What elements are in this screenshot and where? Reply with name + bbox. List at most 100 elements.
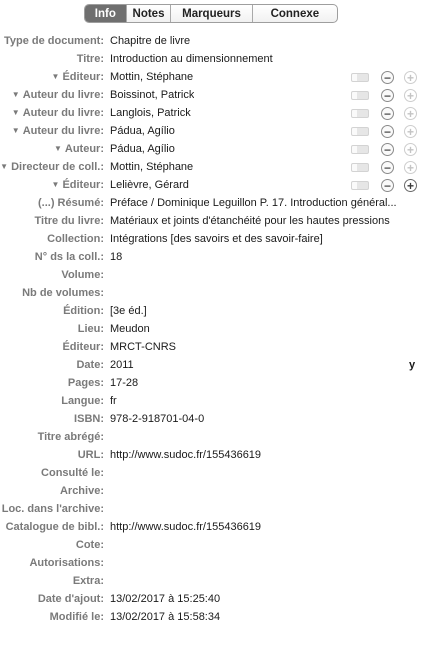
add-creator-button[interactable]: + — [404, 125, 417, 138]
add-creator-button[interactable]: + — [404, 71, 417, 84]
field-label: Pages: — [68, 377, 104, 389]
disclosure-triangle-icon[interactable]: ▼ — [52, 72, 60, 81]
field-value[interactable]: Meudon — [110, 323, 150, 335]
field-row: ▼ Éditeur: Lelièvre, Gérard − + — [0, 177, 424, 195]
field-value[interactable]: Matériaux et joints d'étanchéité pour le… — [110, 215, 390, 227]
field-value[interactable]: Mottin, Stéphane — [110, 71, 193, 83]
field-row: Type de document: Chapitre de livre — [0, 33, 424, 51]
field-row: Autorisations: — [0, 555, 424, 573]
field-label[interactable]: ▼ Auteur du livre: — [12, 125, 104, 137]
field-value[interactable]: MRCT-CNRS — [110, 341, 176, 353]
name-format-switch[interactable] — [351, 91, 369, 100]
remove-creator-button[interactable]: − — [381, 107, 394, 120]
disclosure-triangle-icon[interactable]: ▼ — [12, 108, 20, 117]
add-creator-button[interactable]: + — [404, 179, 417, 192]
field-value[interactable]: 17-28 — [110, 377, 138, 389]
field-label-text: Auteur du livre: — [22, 107, 104, 119]
field-label: Archive: — [60, 485, 104, 497]
field-label[interactable]: ▼ Auteur: — [54, 143, 104, 155]
add-creator-button[interactable]: + — [404, 89, 417, 102]
field-value[interactable]: Intégrations [des savoirs et des savoir-… — [110, 233, 323, 245]
disclosure-triangle-icon[interactable]: ▼ — [0, 162, 8, 171]
field-value[interactable]: 13/02/2017 à 15:58:34 — [110, 611, 220, 623]
disclosure-triangle-icon[interactable]: ▼ — [52, 180, 60, 189]
field-label[interactable]: ▼ Auteur du livre: — [12, 107, 104, 119]
field-label[interactable]: ▼ Auteur du livre: — [12, 89, 104, 101]
field-label-text: Directeur de coll.: — [11, 161, 104, 173]
field-value[interactable]: 978-2-918701-04-0 — [110, 413, 204, 425]
field-label: Autorisations: — [29, 557, 104, 569]
field-label: Édition: — [63, 305, 104, 317]
name-format-switch[interactable] — [351, 163, 369, 172]
field-label-text: Nb de volumes: — [22, 287, 104, 299]
tab-marqueurs[interactable]: Marqueurs — [170, 5, 251, 22]
field-label-text: Archive: — [59, 485, 104, 497]
field-value[interactable]: Introduction au dimensionnement — [110, 53, 273, 65]
field-value[interactable]: Langlois, Patrick — [110, 107, 191, 119]
date-format-indicator: y — [409, 359, 416, 371]
field-value[interactable]: Préface / Dominique Leguillon P. 17. Int… — [110, 197, 397, 209]
field-row: Pages: 17-28 — [0, 375, 424, 393]
field-value[interactable]: http://www.sudoc.fr/155436619 — [110, 521, 261, 533]
remove-creator-button[interactable]: − — [381, 161, 394, 174]
field-value[interactable]: Pádua, Agílio — [110, 125, 175, 137]
field-row: ▼ Auteur du livre: Pádua, Agílio − + — [0, 123, 424, 141]
field-label[interactable]: ▼ Directeur de coll.: — [0, 161, 104, 173]
name-format-switch[interactable] — [351, 73, 369, 82]
field-label-text: (...) Résumé: — [37, 197, 104, 209]
remove-creator-button[interactable]: − — [381, 71, 394, 84]
field-value[interactable]: Lelièvre, Gérard — [110, 179, 189, 191]
field-value[interactable]: [3e éd.] — [110, 305, 147, 317]
remove-creator-button[interactable]: − — [381, 143, 394, 156]
disclosure-triangle-icon[interactable]: ▼ — [12, 90, 20, 99]
remove-creator-button[interactable]: − — [381, 89, 394, 102]
disclosure-triangle-icon[interactable]: ▼ — [12, 126, 20, 135]
name-format-switch[interactable] — [351, 145, 369, 154]
field-row: Date: 2011 y — [0, 357, 424, 375]
disclosure-triangle-icon[interactable]: ▼ — [54, 144, 62, 153]
field-value[interactable]: Pádua, Agílio — [110, 143, 175, 155]
field-value[interactable]: fr — [110, 395, 117, 407]
field-label-text: Loc. dans l'archive: — [1, 503, 104, 515]
field-value[interactable]: 2011 — [110, 359, 134, 371]
field-label-text: Extra: — [72, 575, 104, 587]
field-label-text: ISBN: — [74, 413, 104, 425]
add-creator-button[interactable]: + — [404, 107, 417, 120]
name-format-switch[interactable] — [351, 127, 369, 136]
field-label-text: N° ds la coll.: — [34, 251, 104, 263]
remove-creator-button[interactable]: − — [381, 125, 394, 138]
add-creator-button[interactable]: + — [404, 143, 417, 156]
field-label-text: URL: — [77, 449, 104, 461]
field-row: ▼ Auteur du livre: Boissinot, Patrick − + — [0, 87, 424, 105]
field-label: Consulté le: — [41, 467, 104, 479]
field-label: Extra: — [73, 575, 104, 587]
tab-connexe[interactable]: Connexe — [251, 5, 337, 22]
field-label-text: Titre abrégé: — [37, 431, 104, 443]
name-format-switch[interactable] — [351, 109, 369, 118]
field-label: Titre: — [77, 53, 104, 65]
tab-info[interactable]: Info — [85, 5, 126, 22]
field-row: Édition: [3e éd.] — [0, 303, 424, 321]
field-value[interactable]: Mottin, Stéphane — [110, 161, 193, 173]
field-label[interactable]: ▼ Éditeur: — [52, 179, 104, 191]
field-value[interactable]: 18 — [110, 251, 122, 263]
field-value[interactable]: http://www.sudoc.fr/155436619 — [110, 449, 261, 461]
field-label-text: Type de document: — [3, 35, 104, 47]
field-label: Type de document: — [4, 35, 104, 47]
field-value[interactable]: Boissinot, Patrick — [110, 89, 194, 101]
field-label: Volume: — [61, 269, 104, 281]
field-label-text: Autorisations: — [29, 557, 104, 569]
field-row: (...) Résumé: Préface / Dominique Leguill… — [0, 195, 424, 213]
remove-creator-button[interactable]: − — [381, 179, 394, 192]
field-label: ISBN: — [74, 413, 104, 425]
field-label-text: Modifié le: — [49, 611, 104, 623]
name-format-switch[interactable] — [351, 181, 369, 190]
field-value[interactable]: Chapitre de livre — [110, 35, 190, 47]
field-label-text: Auteur du livre: — [22, 125, 104, 137]
add-creator-button[interactable]: + — [404, 161, 417, 174]
field-row: Archive: — [0, 483, 424, 501]
item-info-pane: Type de document: Chapitre de livre Titre:… — [0, 33, 424, 627]
field-value[interactable]: 13/02/2017 à 15:25:40 — [110, 593, 220, 605]
field-label[interactable]: ▼ Éditeur: — [52, 71, 104, 83]
tab-notes[interactable]: Notes — [125, 5, 171, 22]
